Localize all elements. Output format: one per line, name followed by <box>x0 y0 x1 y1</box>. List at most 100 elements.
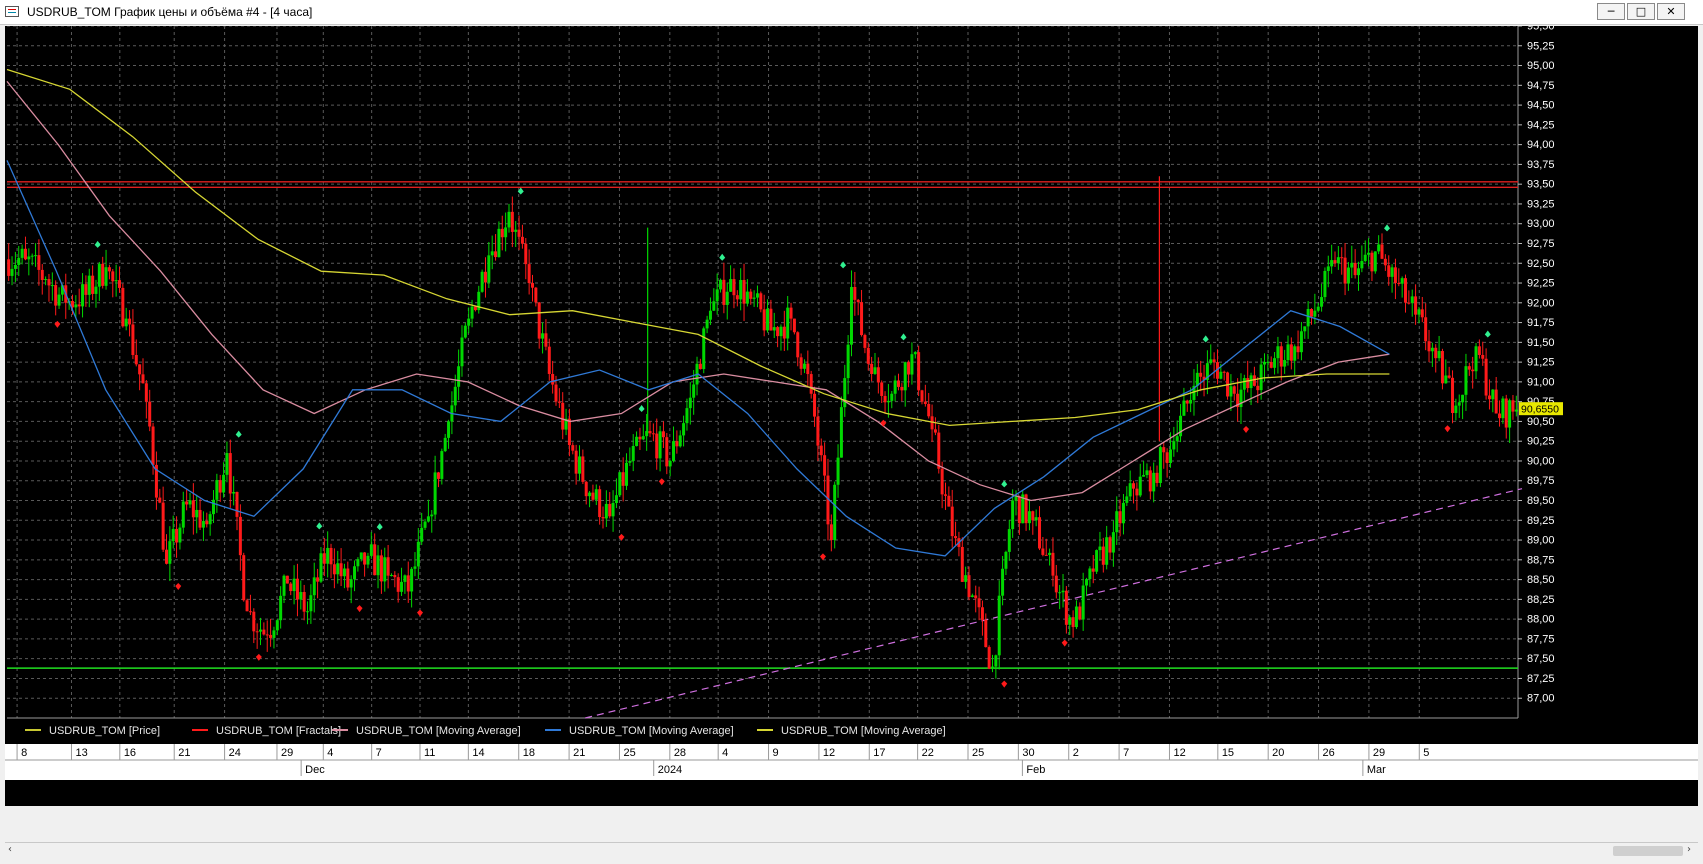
time-axis-label: 2 <box>1073 747 1079 759</box>
chart-horizontal-scrollbar[interactable]: ‹ › <box>5 842 1698 859</box>
candle-body <box>17 257 21 265</box>
price-axis-label: 92,75 <box>1527 238 1555 250</box>
candle-body <box>1501 398 1505 419</box>
candle-body <box>843 378 847 408</box>
candle-body <box>1199 372 1203 377</box>
last-price-label: 90,6550 <box>1521 404 1559 416</box>
candle-body <box>1061 590 1065 593</box>
candle-body <box>1262 361 1266 365</box>
candle-body <box>1283 360 1287 367</box>
candle-body <box>1246 378 1250 389</box>
candle <box>1021 490 1025 524</box>
candle-body <box>497 228 501 258</box>
time-axis-label: 9 <box>773 747 779 759</box>
scroll-right-icon[interactable]: › <box>1687 844 1691 855</box>
close-button[interactable]: ✕ <box>1657 3 1685 20</box>
candle-body <box>1095 550 1099 572</box>
candle-body <box>742 279 746 304</box>
candle <box>1226 371 1230 400</box>
candle <box>833 481 837 549</box>
candle-body <box>1256 385 1260 391</box>
candle-body <box>383 557 387 582</box>
candle-body <box>541 333 545 339</box>
candle-body <box>1158 447 1162 484</box>
candle-body <box>1508 400 1512 428</box>
candle-body <box>1491 389 1495 400</box>
candle-body <box>628 460 632 463</box>
candle-body <box>262 629 266 635</box>
time-axis-label: 11 <box>424 747 435 759</box>
candle-body <box>255 631 259 633</box>
candle-body <box>1014 496 1018 501</box>
candle-body <box>987 647 991 669</box>
candle-body <box>752 297 756 299</box>
candle <box>759 291 763 313</box>
candle-body <box>1041 548 1045 555</box>
candle-body <box>443 437 447 452</box>
candle-body <box>1091 568 1095 572</box>
candle-body <box>648 431 652 434</box>
window-titlebar[interactable]: USDRUB_TOM График цены и объёма #4 - [4 … <box>0 0 1703 25</box>
price-axis-label: 94,25 <box>1527 119 1555 131</box>
candle-body <box>1393 267 1397 284</box>
candle-body <box>188 500 192 505</box>
candle-body <box>893 380 897 394</box>
scroll-left-icon[interactable]: ‹ <box>8 844 12 855</box>
price-axis-label: 91,50 <box>1527 337 1555 349</box>
time-axis-label: 4 <box>722 747 728 759</box>
chart-window[interactable]: 87,00 87,25 87,50 87,75 88,00 88,25 88,50 88,75… <box>5 21 1698 806</box>
candle-body <box>903 362 907 391</box>
candle-body <box>1400 278 1404 284</box>
candle-body <box>413 566 417 569</box>
candle-body <box>316 577 320 582</box>
candle-body <box>682 423 686 436</box>
time-axis-label: 8 <box>21 747 27 759</box>
candle-body <box>1098 546 1102 551</box>
candle-body <box>131 324 135 355</box>
candle-body <box>128 318 132 325</box>
candle-body <box>1454 405 1458 414</box>
candle-body <box>1273 358 1277 368</box>
candle-body <box>802 363 806 369</box>
candle-body <box>1118 511 1122 524</box>
price-chart[interactable]: 87,00 87,25 87,50 87,75 88,00 88,25 88,50 88,75… <box>5 21 1698 806</box>
candle-body <box>10 268 14 276</box>
time-axis-label: 20 <box>1272 747 1284 759</box>
candle-body <box>591 492 595 500</box>
time-axis-label: 22 <box>922 747 934 759</box>
candle-body <box>373 544 377 576</box>
candle-body <box>1437 351 1441 359</box>
price-axis-label: 87,50 <box>1527 653 1555 665</box>
candle-body <box>829 524 833 541</box>
candle-body <box>1101 546 1105 565</box>
candle-body <box>117 280 121 288</box>
price-axis-label: 91,25 <box>1527 357 1555 369</box>
scrollbar-thumb[interactable] <box>1613 846 1683 856</box>
candle-body <box>524 243 528 265</box>
minimize-button[interactable]: ─ <box>1597 3 1625 20</box>
candle-body <box>332 564 336 575</box>
candle-body <box>722 279 726 305</box>
candle-body <box>1279 346 1283 367</box>
candle-body <box>1182 400 1186 416</box>
maximize-button[interactable]: □ <box>1627 3 1655 20</box>
candle-body <box>1108 537 1112 553</box>
price-axis-label: 93,50 <box>1527 179 1555 191</box>
time-axis-label: 7 <box>376 747 382 759</box>
candle-body <box>158 497 162 503</box>
candle-body <box>1316 306 1320 311</box>
candle-body <box>81 284 85 307</box>
candle-body <box>530 283 534 288</box>
candle-body <box>353 566 357 580</box>
candle-body <box>923 401 927 404</box>
candle-body <box>1367 252 1371 255</box>
candle-body <box>1410 296 1414 303</box>
candle-body <box>1135 488 1139 496</box>
candle-body <box>557 401 561 403</box>
time-axis-label: 17 <box>873 747 885 759</box>
candle-body <box>447 421 451 438</box>
candle-body <box>363 552 367 565</box>
candle-body <box>886 400 890 403</box>
candle-body <box>1115 511 1119 533</box>
candle-body <box>178 527 182 543</box>
